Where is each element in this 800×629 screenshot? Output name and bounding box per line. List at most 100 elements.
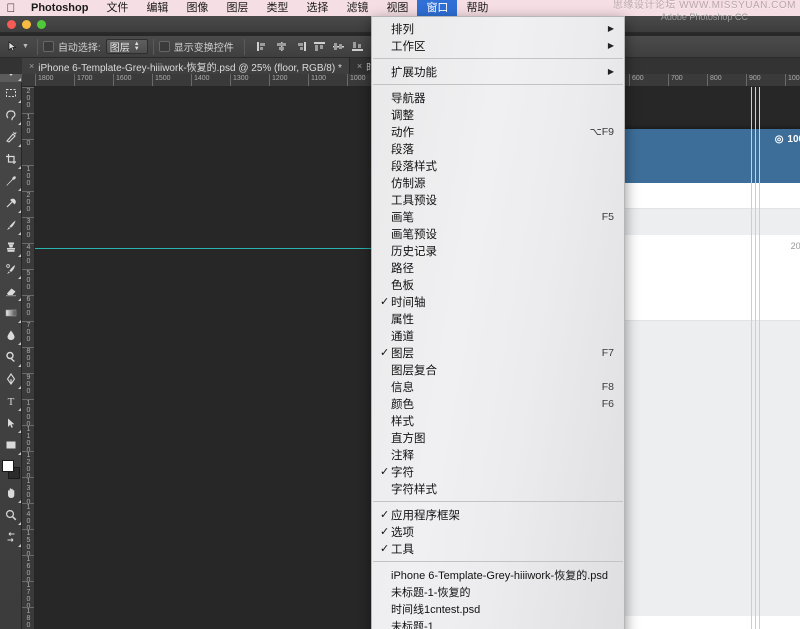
close-icon[interactable]: × xyxy=(357,61,362,71)
menu-item-4-3[interactable]: 未标题-1 xyxy=(372,617,624,629)
menu-item-2-10[interactable]: 路径 xyxy=(372,259,624,276)
align-horizontal-centers-icon[interactable] xyxy=(273,38,291,56)
menu-item-2-16[interactable]: 图层复合 xyxy=(372,361,624,378)
menubar-item-3[interactable]: 图像 xyxy=(177,0,217,16)
menu-item-2-7[interactable]: 画笔 F5 xyxy=(372,208,624,225)
guide-vertical-6[interactable] xyxy=(759,87,760,629)
hand-tool-icon[interactable] xyxy=(0,482,22,504)
menu-item-2-13[interactable]: 属性 xyxy=(372,310,624,327)
clone-stamp-tool-icon[interactable] xyxy=(0,236,22,258)
lasso-tool-icon[interactable] xyxy=(0,104,22,126)
menubar-item-4[interactable]: 图层 xyxy=(217,0,257,16)
menu-item-4-0[interactable]: iPhone 6-Template-Grey-hiiiwork-恢复的.psd xyxy=(372,566,624,583)
menu-item-label: 字符 xyxy=(391,466,414,479)
menu-item-2-3[interactable]: 段落 xyxy=(372,140,624,157)
minimize-window-button[interactable] xyxy=(22,20,31,29)
crop-tool-icon[interactable] xyxy=(0,148,22,170)
menu-item-2-12[interactable]: ✓ 时间轴 xyxy=(372,293,624,310)
gradient-tool-icon[interactable] xyxy=(0,302,22,324)
history-brush-tool-icon[interactable] xyxy=(0,258,22,280)
blur-tool-icon[interactable] xyxy=(0,324,22,346)
menu-item-2-22[interactable]: ✓ 字符 xyxy=(372,463,624,480)
eraser-tool-icon[interactable] xyxy=(0,280,22,302)
ruler-tick-vertical: 900 xyxy=(22,373,34,395)
menu-item-0-0[interactable]: 排列 ▶ xyxy=(372,20,624,37)
ruler-tick-vertical: 500 xyxy=(22,269,34,291)
show-transform-controls-checkbox[interactable] xyxy=(158,41,170,52)
menu-item-3-0[interactable]: ✓ 应用程序框架 xyxy=(372,506,624,523)
menubar-item-0[interactable]: Photoshop xyxy=(22,0,97,16)
align-top-edges-icon[interactable] xyxy=(311,38,329,56)
quick-selection-tool-icon[interactable] xyxy=(0,126,22,148)
menubar-item-9[interactable]: 窗口 xyxy=(417,0,458,16)
apple-logo-icon[interactable]:  xyxy=(0,0,22,16)
menu-item-2-15[interactable]: ✓ 图层 F7 xyxy=(372,344,624,361)
align-vertical-centers-icon[interactable] xyxy=(330,38,348,56)
menu-item-2-6[interactable]: 工具预设 xyxy=(372,191,624,208)
maximize-window-button[interactable] xyxy=(37,20,46,29)
menu-item-2-18[interactable]: 颜色 F6 xyxy=(372,395,624,412)
menu-item-0-1[interactable]: 工作区 ▶ xyxy=(372,37,624,54)
menu-item-2-11[interactable]: 色板 xyxy=(372,276,624,293)
menubar-item-10[interactable]: 帮助 xyxy=(457,0,497,16)
align-bottom-edges-icon[interactable] xyxy=(349,38,367,56)
align-left-edges-icon[interactable] xyxy=(254,38,272,56)
menu-item-2-17[interactable]: 信息 F8 xyxy=(372,378,624,395)
checkmark-icon: ✓ xyxy=(380,296,390,308)
path-selection-tool-icon[interactable] xyxy=(0,412,22,434)
menubar-item-8[interactable]: 视图 xyxy=(377,0,417,16)
healing-brush-tool-icon[interactable] xyxy=(0,192,22,214)
align-right-edges-icon[interactable] xyxy=(292,38,310,56)
ruler-tick: 1200 xyxy=(269,74,288,86)
shape-tool-icon[interactable] xyxy=(0,434,22,456)
ruler-tick-vertical: 800 xyxy=(22,347,34,369)
pen-tool-icon[interactable] xyxy=(0,368,22,390)
auto-select-checkbox[interactable] xyxy=(42,41,54,52)
menu-item-2-19[interactable]: 样式 xyxy=(372,412,624,429)
menubar-item-6[interactable]: 选择 xyxy=(297,0,337,16)
window-menu-dropdown[interactable]: 排列 ▶ 工作区 ▶ 扩展功能 ▶ 导航器 调整 动作 ⌥F9 段落 段落样式 仿制源 工具预设 画笔 F5 画… xyxy=(371,16,625,629)
ruler-tick-vertical: 600 xyxy=(22,295,34,317)
menu-item-2-21[interactable]: 注释 xyxy=(372,446,624,463)
menubar-item-2[interactable]: 编辑 xyxy=(137,0,177,16)
zoom-tool-icon[interactable] xyxy=(0,504,22,526)
menu-item-label: 路径 xyxy=(391,262,414,275)
menu-item-label: 信息 xyxy=(391,381,414,394)
guide-vertical-4[interactable] xyxy=(751,87,752,629)
menu-item-2-2[interactable]: 动作 ⌥F9 xyxy=(372,123,624,140)
menu-item-shortcut: ⌥F9 xyxy=(589,125,614,138)
menu-item-2-0[interactable]: 导航器 xyxy=(372,89,624,106)
menu-item-label: 工具 xyxy=(391,543,414,556)
guide-vertical-5[interactable] xyxy=(755,87,756,629)
color-swatches[interactable] xyxy=(0,458,22,482)
menu-item-2-5[interactable]: 仿制源 xyxy=(372,174,624,191)
menu-item-4-1[interactable]: 未标题-1-恢复的 xyxy=(372,583,624,600)
menubar-item-1[interactable]: 文件 xyxy=(97,0,137,16)
menubar-item-5[interactable]: 类型 xyxy=(257,0,297,16)
dodge-tool-icon[interactable] xyxy=(0,346,22,368)
close-icon[interactable]: × xyxy=(29,61,34,71)
menubar-item-7[interactable]: 滤镜 xyxy=(337,0,377,16)
vertical-ruler[interactable]: 2001000100200300400500600700800900100011… xyxy=(22,87,35,629)
auto-select-scope-dropdown[interactable]: 图层 ▲ ▼ xyxy=(105,39,148,54)
menu-item-2-9[interactable]: 历史记录 xyxy=(372,242,624,259)
tool-preset-caret-icon[interactable]: ▼ xyxy=(22,43,29,50)
menu-item-2-1[interactable]: 调整 xyxy=(372,106,624,123)
menu-item-2-14[interactable]: 通道 xyxy=(372,327,624,344)
menu-item-2-20[interactable]: 直方图 xyxy=(372,429,624,446)
type-tool-icon[interactable]: T xyxy=(0,390,22,412)
foreground-color-swatch[interactable] xyxy=(2,460,14,472)
eyedropper-tool-icon[interactable] xyxy=(0,170,22,192)
menu-item-1-0[interactable]: 扩展功能 ▶ xyxy=(372,63,624,80)
menu-item-2-23[interactable]: 字符样式 xyxy=(372,480,624,497)
brush-tool-icon[interactable] xyxy=(0,214,22,236)
menu-item-2-8[interactable]: 画笔预设 xyxy=(372,225,624,242)
menu-item-2-4[interactable]: 段落样式 xyxy=(372,157,624,174)
close-window-button[interactable] xyxy=(7,20,16,29)
marquee-tool-icon[interactable] xyxy=(0,82,22,104)
swap-colors-icon[interactable] xyxy=(0,526,22,548)
menu-item-3-2[interactable]: ✓ 工具 xyxy=(372,540,624,557)
menu-item-3-1[interactable]: ✓ 选项 xyxy=(372,523,624,540)
menu-item-4-2[interactable]: 时间线1cntest.psd xyxy=(372,600,624,617)
document-tab-0[interactable]: × iPhone 6-Template-Grey-hiiiwork-恢复的.psd… xyxy=(22,58,350,74)
